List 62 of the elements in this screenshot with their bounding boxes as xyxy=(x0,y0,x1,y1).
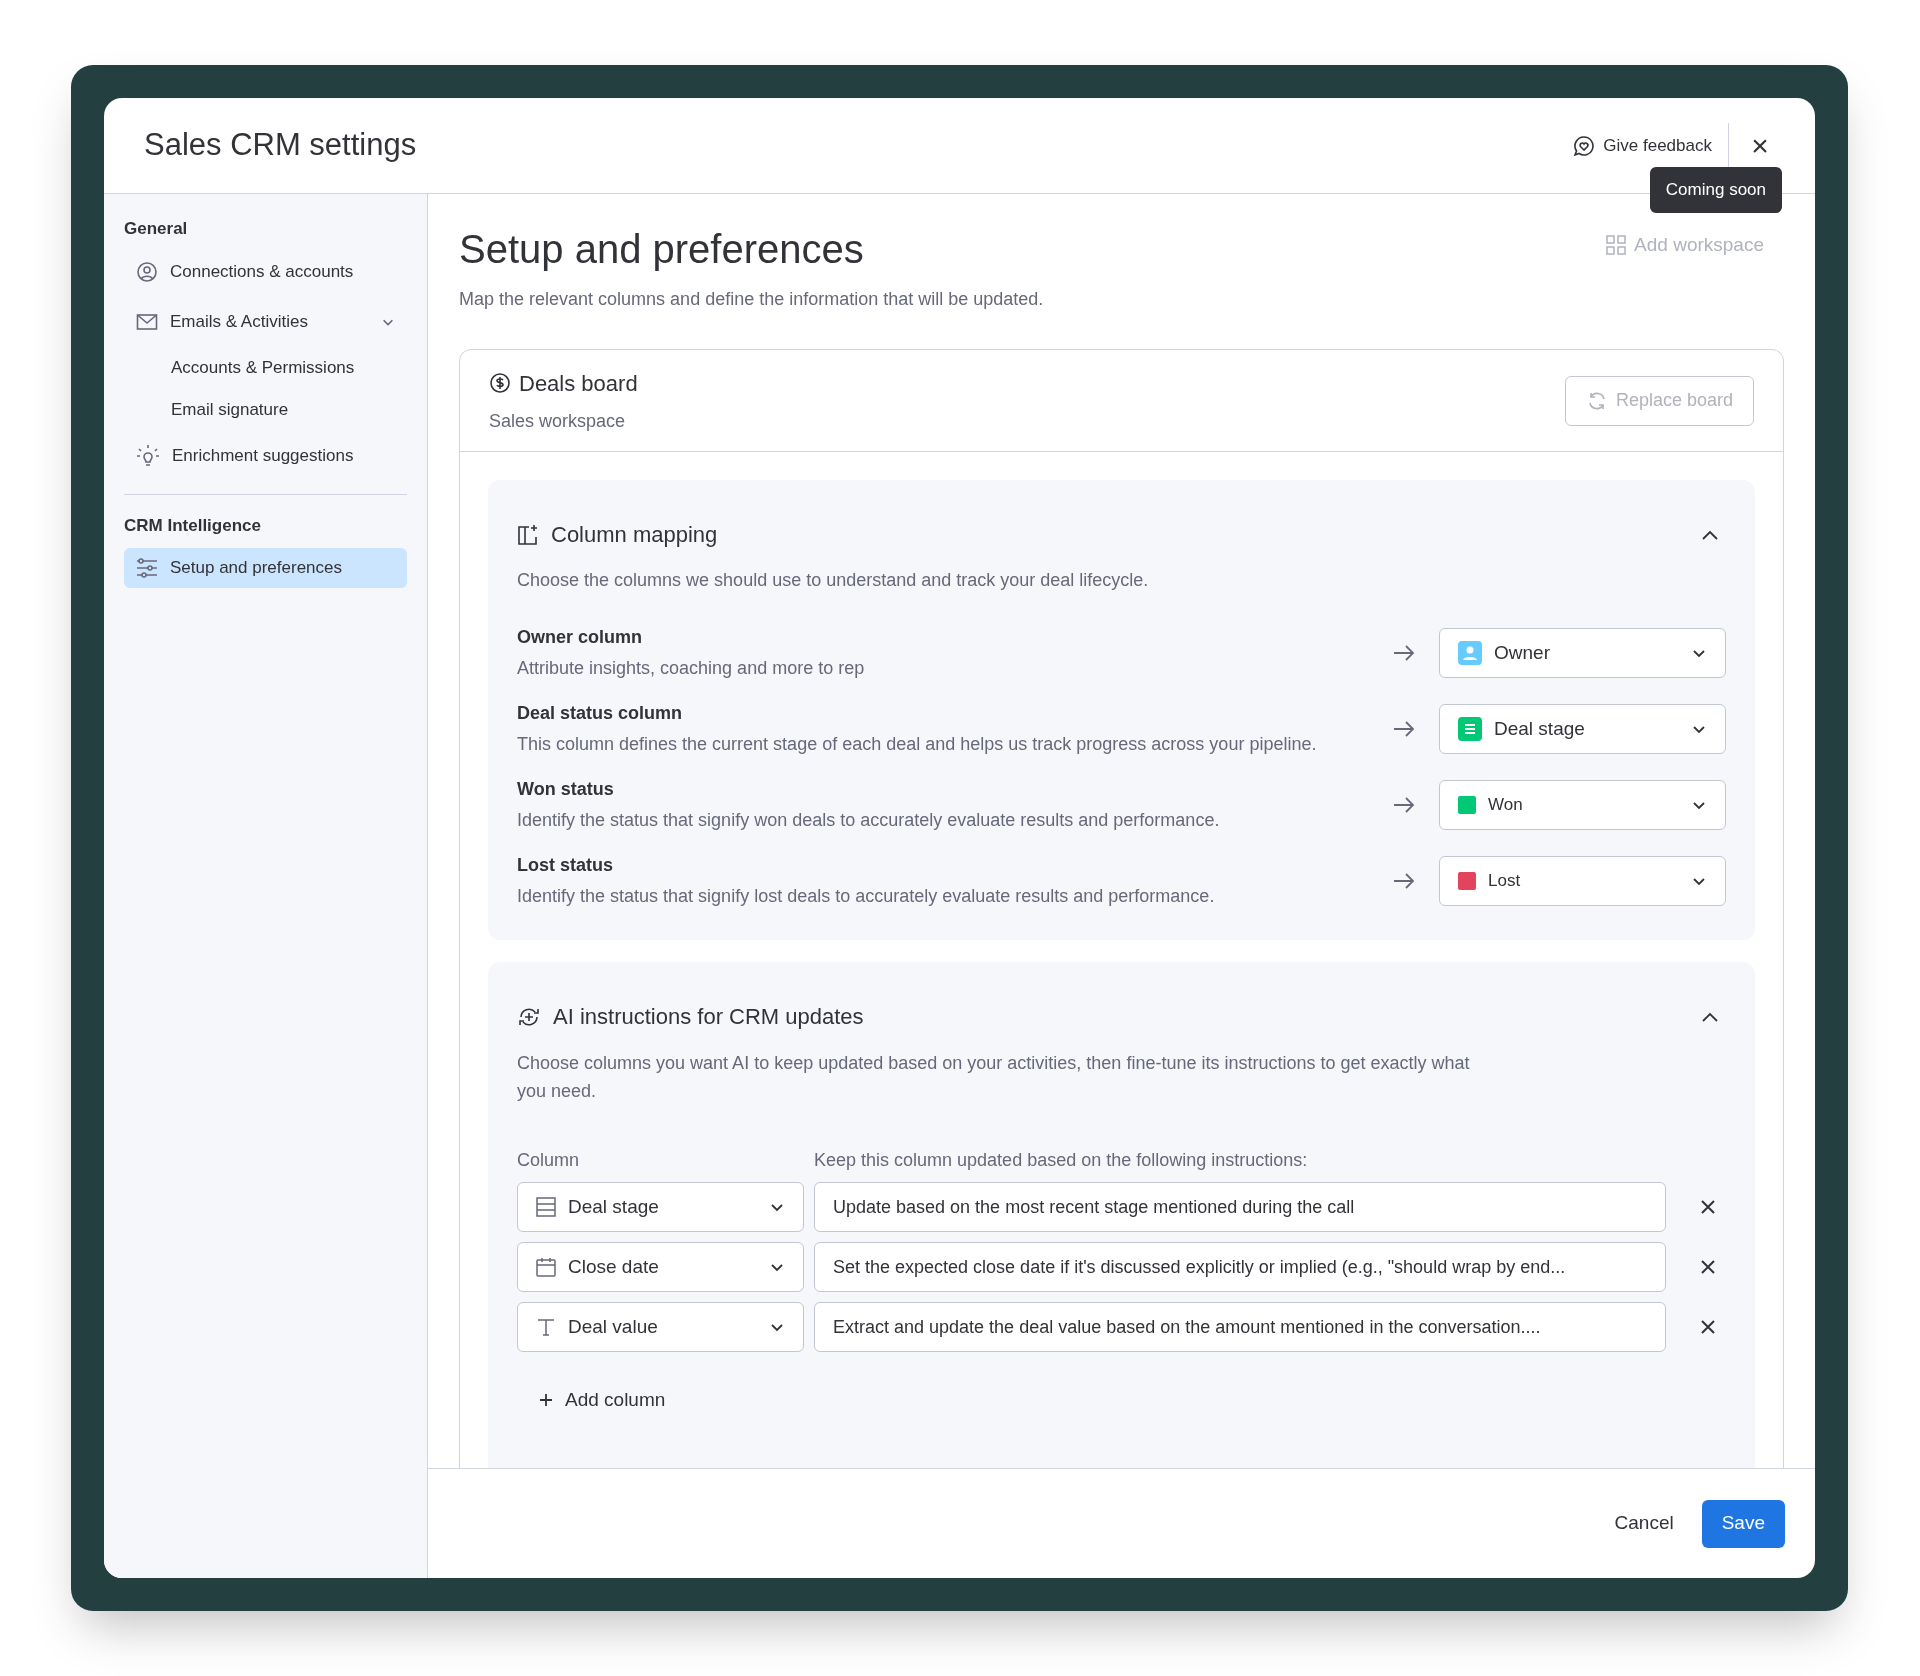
column-dropdown[interactable]: Deal stage xyxy=(1439,704,1726,754)
page-title: Setup and preferences xyxy=(459,226,865,273)
column-dropdown[interactable]: Deal stage xyxy=(517,1182,804,1232)
cancel-button[interactable]: Cancel xyxy=(1598,1499,1690,1548)
sidebar-item[interactable]: Enrichment suggestions xyxy=(124,435,407,476)
column-dropdown[interactable]: Lost xyxy=(1439,856,1726,906)
board-name: Deals board xyxy=(519,369,638,398)
arrow-right-icon xyxy=(1393,797,1415,813)
lightbulb-icon xyxy=(136,443,160,468)
sidebar-item[interactable]: Emails & Activities xyxy=(124,301,407,342)
sidebar-item[interactable]: Setup and preferences xyxy=(124,548,407,588)
person-circle-icon xyxy=(136,260,158,283)
mapping-label: Owner column xyxy=(517,626,643,649)
close-icon xyxy=(1701,1260,1715,1274)
arrow-right-icon xyxy=(1393,721,1415,737)
sidebar-item[interactable]: Connections & accounts xyxy=(124,251,407,292)
mapping-description: Attribute insights, coaching and more to rep xyxy=(517,657,866,680)
arrow-right-icon xyxy=(1393,873,1415,889)
panel-description: Choose columns you want AI to keep updated based on your activities, then fine-tune its instructions to get exactly what you need. xyxy=(517,1052,1471,1103)
column-dropdown[interactable]: Close date xyxy=(517,1242,804,1292)
close-icon xyxy=(1701,1320,1715,1334)
plus-icon xyxy=(539,1393,553,1407)
close-icon xyxy=(1701,1200,1715,1214)
panel-title: AI instructions for CRM updates xyxy=(553,1003,865,1031)
column-header: Column xyxy=(517,1149,581,1172)
panel-description: Choose the columns we should use to understand and track your deal lifecycle. xyxy=(517,569,1150,592)
columns-sparkle-icon xyxy=(517,523,539,546)
instruction-field[interactable]: Update based on the most recent stage mentioned during the call xyxy=(814,1182,1666,1232)
arrow-right-icon xyxy=(1393,645,1415,661)
sidebar-subitem[interactable]: Accounts & Permissions xyxy=(124,351,407,384)
mapping-description: Identify the status that signify won deals to accurately evaluate results and performance. xyxy=(517,809,1221,832)
mapping-label: Won status xyxy=(517,778,615,801)
calendar-icon xyxy=(536,1257,556,1277)
add-column-button[interactable]: Add column xyxy=(539,1380,666,1420)
sidebar-section-title: CRM Intelligence xyxy=(124,514,262,537)
text-icon xyxy=(536,1317,556,1337)
give-feedback-button[interactable]: Give feedback xyxy=(1573,122,1729,169)
instruction-field[interactable]: Set the expected close date if it's discussed explicitly or implied (e.g., "should wrap by end... xyxy=(814,1242,1666,1292)
board-workspace: Sales workspace xyxy=(489,409,627,433)
column-dropdown[interactable]: Won xyxy=(1439,780,1726,830)
save-button[interactable]: Save xyxy=(1701,1499,1785,1548)
chat-heart-icon xyxy=(1573,134,1596,157)
panel-title: Column mapping xyxy=(551,521,719,549)
column-dropdown[interactable]: Deal value xyxy=(517,1302,804,1352)
mapping-description: This column defines the current stage of each deal and helps us track progress across your pipeline. xyxy=(517,733,1318,756)
instruction-field[interactable]: Extract and update the deal value based on the amount mentioned in the conversation.... xyxy=(814,1302,1666,1352)
sliders-icon xyxy=(136,558,158,578)
sidebar-subitem[interactable]: Email signature xyxy=(124,393,407,426)
mapping-label: Deal status column xyxy=(517,702,684,725)
instructions-header: Keep this column updated based on the following instructions: xyxy=(814,1149,1309,1172)
column-dropdown[interactable]: Owner xyxy=(1439,628,1726,678)
dialog-title: Sales CRM settings xyxy=(144,126,418,165)
sidebar-section-title: General xyxy=(124,218,189,240)
mapping-label: Lost status xyxy=(517,854,614,877)
mapping-description: Identify the status that signify lost deals to accurately evaluate results and performance. xyxy=(517,885,1216,908)
dollar-icon xyxy=(489,372,511,394)
mail-icon xyxy=(136,312,158,331)
page-subtitle: Map the relevant columns and define the information that will be updated. xyxy=(459,288,1045,311)
tooltip: Coming soon xyxy=(1649,167,1782,213)
table-icon xyxy=(536,1197,556,1217)
close-button[interactable]: × xyxy=(1745,130,1775,161)
grid-icon xyxy=(1606,235,1627,256)
